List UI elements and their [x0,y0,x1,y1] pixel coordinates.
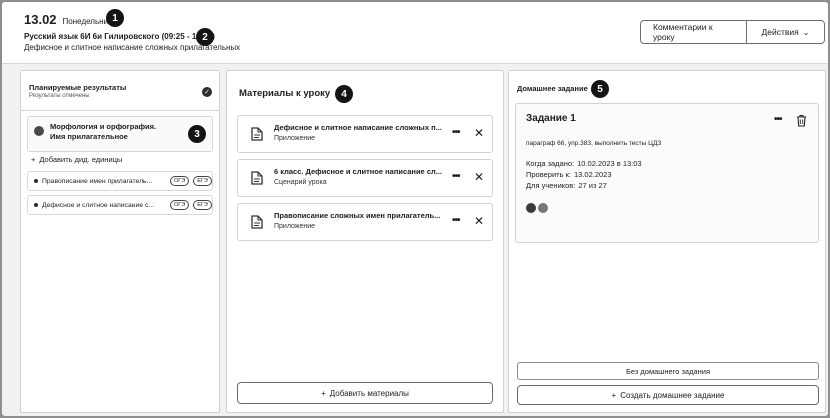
topic-card[interactable]: Морфология и орфография. Имя прилагатель… [27,116,213,152]
check-value: 13.02.2023 [573,170,612,179]
plus-icon: + [321,388,326,398]
material-item[interactable]: Дефисное и слитное написание сложных п..… [237,115,493,153]
no-homework-button[interactable]: Без домашнего задания [517,362,819,380]
lesson-weekday: Понедельник [62,17,112,26]
assigned-value: 10.02.2023 в 13:03 [577,159,642,168]
header-button-group: Комментарии к уроку Действия ⌄ [640,20,825,44]
planned-results-panel: Планируемые результаты Результаты отмече… [20,70,220,413]
document-icon [251,215,263,229]
materials-title: Материалы к уроку [239,88,331,99]
bullet-icon [34,179,38,183]
homework-task-card[interactable]: Задание 1 ••• параграф 66, упр.383, выпо… [515,103,819,243]
attachment-icon[interactable] [526,203,536,213]
actions-label: Действия [761,27,799,37]
callout-marker-5: 5 [591,80,609,98]
lesson-date: 13.02 [24,12,57,27]
exam-badge-ege: ЕГЭ [193,200,212,210]
skill-text: Дефисное и слитное написание с... [42,201,155,209]
lesson-date-row: 13.02 Понедельник [24,12,112,27]
add-materials-button[interactable]: + Добавить материалы [237,382,493,404]
create-homework-label: Создать домашнее задание [620,390,725,400]
task-assigned-row: Когда задано: 10.02.2023 в 13:03 [526,159,642,168]
check-circle-icon: ✓ [202,87,212,97]
more-icon[interactable]: ••• [452,171,460,182]
close-icon[interactable]: ✕ [474,126,484,140]
more-icon[interactable]: ••• [452,127,460,138]
skill-item[interactable]: Дефисное и слитное написание с... ОГЭ ЕГ… [27,195,213,215]
homework-title: Домашнее задание [517,84,588,93]
homework-panel: Домашнее задание 5 Задание 1 ••• парагра… [508,70,826,413]
bullet-icon [34,203,38,207]
plus-icon: + [31,155,36,164]
callout-marker-3: 3 [188,125,206,143]
callout-marker-1: 1 [106,9,124,27]
topic-title: Морфология и орфография. Имя прилагатель… [50,122,157,141]
lesson-comments-button[interactable]: Комментарии к уроку [641,21,747,43]
material-item[interactable]: 6 класс. Дефисное и слитное написание сл… [237,159,493,197]
create-homework-button[interactable]: + Создать домашнее задание [517,385,819,405]
document-icon [251,127,263,141]
task-title: Задание 1 [526,113,576,124]
more-icon[interactable]: ••• [452,215,460,226]
task-students-row: Для учеников: 27 из 27 [526,181,607,190]
check-label: Проверить к: [526,170,571,179]
add-units-button[interactable]: + Добавить дид. единицы [31,155,122,164]
skill-text: Правописание имен прилагатель... [42,177,153,185]
lesson-info: Русский язык 6И 6и Гилировского (09:25 -… [24,32,215,41]
material-item[interactable]: Правописание сложных имен прилагатель...… [237,203,493,241]
lesson-topic: Дефисное и слитное написание сложных при… [24,43,241,52]
material-title: 6 класс. Дефисное и слитное написание сл… [274,167,442,176]
plus-icon: + [611,390,617,400]
assigned-label: Когда задано: [526,159,575,168]
close-icon[interactable]: ✕ [474,214,484,228]
planned-results-header[interactable]: Планируемые результаты Результаты отмече… [29,83,126,99]
materials-panel: Материалы к уроку 4 Дефисное и слитное н… [226,70,504,413]
material-type: Приложение [274,135,316,142]
task-check-row: Проверить к: 13.02.2023 [526,170,612,179]
lesson-page: 13.02 Понедельник 1 Русский язык 6И 6и Г… [2,2,828,416]
exam-badge-oge: ОГЭ [170,176,190,186]
add-materials-label: Добавить материалы [329,388,409,398]
divider [21,110,219,111]
add-units-label: Добавить дид. единицы [39,155,123,164]
actions-dropdown-button[interactable]: Действия ⌄ [747,21,824,43]
planned-results-title: Планируемые результаты [29,83,127,92]
material-title: Правописание сложных имен прилагатель... [274,211,441,220]
material-type: Сценарий урока [274,179,327,186]
chevron-down-icon: ⌄ [802,27,810,37]
trash-icon[interactable] [796,114,807,127]
close-icon[interactable]: ✕ [474,170,484,184]
task-description: параграф 66, упр.383, выполнить тесты ЦД… [526,140,662,147]
exam-badge-oge: ОГЭ [170,200,190,210]
document-icon [251,171,263,185]
topic-marker-icon [34,126,44,136]
exam-badge-ege: ЕГЭ [193,176,212,186]
skill-item[interactable]: Правописание имен прилагатель... ОГЭ ЕГЭ [27,171,213,191]
attachment-icons [526,203,548,213]
students-label: Для учеников: [526,181,576,190]
material-type: Приложение [274,223,316,230]
attachment-icon[interactable] [538,203,548,213]
students-value: 27 из 27 [578,181,607,190]
material-title: Дефисное и слитное написание сложных п..… [274,123,442,132]
planned-results-status: Результаты отмечены [29,93,90,99]
lesson-header: 13.02 Понедельник 1 Русский язык 6И 6и Г… [2,2,828,64]
more-icon[interactable]: ••• [774,114,782,125]
callout-marker-4: 4 [335,85,353,103]
